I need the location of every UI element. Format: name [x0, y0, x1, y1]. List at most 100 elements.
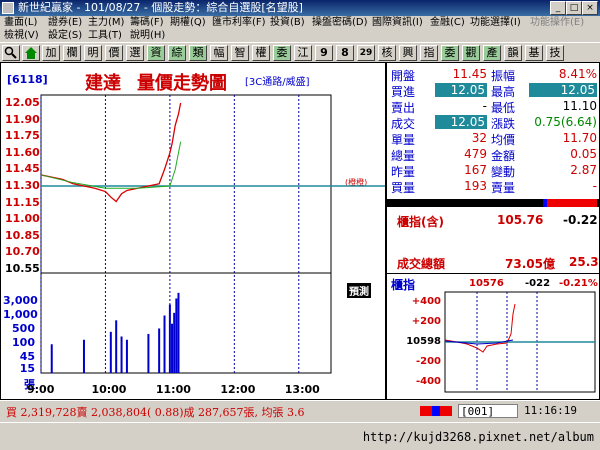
menu2-item-2[interactable]: 工具(T) — [88, 29, 122, 42]
quote-value: 2.87 — [570, 163, 597, 177]
quote-row: 賣出 - 最低 11.10 — [387, 99, 600, 115]
turnover-change: 25.3 — [569, 255, 599, 269]
minimize-button[interactable]: _ — [550, 1, 566, 15]
toolbar-button-7[interactable]: 類 — [189, 45, 207, 61]
mini-index-line — [444, 303, 516, 353]
index-label: 櫃指(含) — [397, 215, 444, 229]
menu-item-6[interactable]: 投資(B) — [270, 16, 305, 29]
toolbar-button-23[interactable]: 基 — [525, 45, 543, 61]
menu-item-11[interactable]: 功能操作(E) — [530, 16, 584, 29]
app-icon — [2, 2, 14, 14]
menu2-item-1[interactable]: 設定(S) — [48, 29, 82, 42]
quote-label: 變動 — [491, 165, 516, 179]
toolbar-button-2[interactable]: 明 — [84, 45, 102, 61]
quote-label: 成交 — [391, 117, 416, 131]
quote-label: 均價 — [491, 133, 516, 147]
quote-value: 193 — [464, 179, 487, 193]
menu-item-0[interactable]: 畫面(L) — [4, 16, 37, 29]
quote-value: 12.05 — [529, 83, 597, 97]
volume-bar-5 — [125, 339, 128, 373]
toolbar-button-24[interactable]: 技 — [546, 45, 564, 61]
quote-value: 12.05 — [435, 83, 487, 97]
toolbar-button-14[interactable]: 8 — [336, 45, 354, 61]
toolbar-button-8[interactable]: 幅 — [210, 45, 228, 61]
toolbar-button-11[interactable]: 委 — [273, 45, 291, 61]
turnover-value: 73.05億 — [505, 257, 555, 271]
swatch-blue — [432, 406, 440, 416]
toolbar-button-12[interactable]: 江 — [294, 45, 312, 61]
quote-value: 12.05 — [435, 115, 487, 129]
menu-item-2[interactable]: 主力(M) — [88, 16, 124, 29]
volume-bar-0 — [50, 344, 53, 373]
menu-item-10[interactable]: 功能選擇(I) — [470, 16, 521, 29]
volume-bar-9 — [168, 304, 171, 373]
toolbar-button-16[interactable]: 核 — [378, 45, 396, 61]
code-box-value: 001 — [467, 405, 488, 418]
toolbar-button-22[interactable]: 韻 — [504, 45, 522, 61]
toolbar-button-21[interactable]: 產 — [483, 45, 501, 61]
menu2-item-3[interactable]: 說明(H) — [130, 29, 165, 42]
close-button[interactable]: × — [582, 1, 598, 15]
toolbar-button-17[interactable]: 興 — [399, 45, 417, 61]
toolbar-button-18[interactable]: 指 — [420, 45, 438, 61]
status-swatch — [420, 406, 452, 416]
toolbar-button-15[interactable]: 29 — [357, 45, 375, 61]
toolbar-button-10[interactable]: 權 — [252, 45, 270, 61]
quote-label: 昨量 — [391, 165, 416, 179]
quote-row: 單量 32 均價 11.70 — [387, 131, 600, 147]
quote-label: 開盤 — [391, 69, 416, 83]
quote-label: 總量 — [391, 149, 416, 163]
price-volume-chart-panel: [6118] 建達 量價走勢圖 [3C通路/威盛] (橙橙) 預測 12.05 1… — [0, 62, 386, 400]
status-text: 買 2,319,728賣 2,038,804( 0.88)成 287,657張,… — [6, 406, 305, 419]
quote-value: 0.05 — [570, 147, 597, 161]
volume-bar-10 — [171, 323, 174, 373]
menu-item-8[interactable]: 國際資訊(I) — [372, 16, 423, 29]
code-box[interactable]: [001] — [458, 404, 518, 418]
quote-value: 32 — [471, 131, 487, 145]
swatch-red-2 — [440, 406, 452, 416]
maximize-button[interactable]: □ — [566, 1, 582, 15]
quote-panel: 開盤 11.45 振幅 8.41% 買進 12.05 最高 12.05 賣出 - 最低 11.10 成交… — [386, 62, 600, 400]
toolbar-button-13[interactable]: 9 — [315, 45, 333, 61]
toolbar-button-4[interactable]: 選 — [126, 45, 144, 61]
quote-value: 11.70 — [562, 131, 597, 145]
status-time: 11:16:19 — [524, 404, 577, 417]
menu-item-5[interactable]: 匯市利率(F) — [212, 16, 266, 29]
quote-row: 買量 193 賣量 - — [387, 179, 600, 195]
toolbar-button-1[interactable]: 欄 — [63, 45, 81, 61]
quote-value: 11.10 — [562, 99, 597, 113]
menu-item-9[interactable]: 金融(C) — [430, 16, 465, 29]
home-button[interactable] — [22, 45, 40, 61]
index-change: -0.22 — [563, 213, 598, 227]
menu2-item-0[interactable]: 檢視(V) — [4, 29, 39, 42]
watermark-url: http://kujd3268.pixnet.net/album — [362, 430, 594, 444]
quote-value: 11.45 — [452, 67, 487, 81]
toolbar-button-9[interactable]: 智 — [231, 45, 249, 61]
turnover-label: 成交總額 — [397, 257, 446, 271]
swatch-red — [420, 406, 432, 416]
bid-ask-bar-blue — [543, 199, 547, 207]
toolbar-button-5[interactable]: 資 — [147, 45, 165, 61]
volume-bar-11 — [173, 312, 176, 373]
menu-item-1[interactable]: 證券(E) — [48, 16, 82, 29]
bid-ask-bar-red — [547, 199, 597, 207]
home-icon — [25, 47, 37, 59]
toolbar-button-0[interactable]: 加 — [42, 45, 60, 61]
quote-row: 買進 12.05 最高 12.05 — [387, 83, 600, 99]
quote-label: 振幅 — [491, 69, 516, 83]
volume-bar-3 — [115, 320, 118, 373]
quote-label: 最高 — [491, 85, 516, 99]
toolbar-button-19[interactable]: 委 — [441, 45, 459, 61]
quote-row: 總量 479 金額 0.05 — [387, 147, 600, 163]
toolbar-button-3[interactable]: 價 — [105, 45, 123, 61]
quote-label: 金額 — [491, 149, 516, 163]
quote-label: 賣量 — [491, 181, 516, 195]
search-button[interactable] — [2, 45, 20, 61]
menu-item-4[interactable]: 期權(Q) — [170, 16, 206, 29]
menu-bar: 畫面(L) 證券(E) 主力(M) 籌碼(F) 期權(Q) 匯市利率(F) 投資(B) 操盤密… — [0, 16, 600, 42]
menu-item-3[interactable]: 籌碼(F) — [130, 16, 164, 29]
menu-item-7[interactable]: 操盤密碼(D) — [312, 16, 368, 29]
toolbar-button-6[interactable]: 綜 — [168, 45, 186, 61]
toolbar-button-20[interactable]: 觀 — [462, 45, 480, 61]
quote-row: 昨量 167 變動 2.87 — [387, 163, 600, 179]
